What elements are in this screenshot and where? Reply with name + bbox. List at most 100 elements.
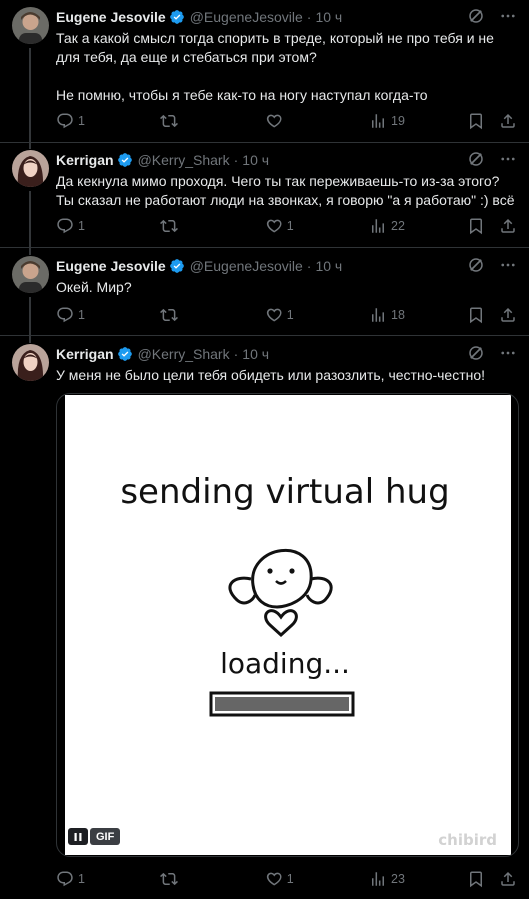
reply-button[interactable]: 1 xyxy=(56,112,160,130)
tweet-header: Kerrigan @Kerry_Shark · 10 ч xyxy=(56,344,517,364)
share-button[interactable] xyxy=(499,217,517,235)
tweet[interactable]: Kerrigan @Kerry_Shark · 10 ч Да кекнула … xyxy=(0,143,529,248)
like-icon xyxy=(266,308,282,322)
tweet-actions: 1 1 22 xyxy=(56,216,517,236)
like-icon xyxy=(266,114,282,128)
gif-media[interactable]: sending virtual hug loading... chibird G… xyxy=(56,393,519,857)
reply-button[interactable]: 1 xyxy=(56,870,160,888)
tweet[interactable]: Eugene Jesovile @EugeneJesovile · 10 ч О… xyxy=(0,248,529,336)
more-icon[interactable] xyxy=(499,150,517,171)
views-button[interactable]: 19 xyxy=(369,112,467,130)
bookmark-button[interactable] xyxy=(467,112,499,130)
grok-icon[interactable] xyxy=(467,150,485,171)
display-name[interactable]: Eugene Jesovile xyxy=(56,9,166,25)
views-button[interactable]: 22 xyxy=(369,217,467,235)
tweet-header-actions xyxy=(467,256,517,277)
thread-connector xyxy=(29,297,31,336)
share-icon xyxy=(501,218,515,233)
handle[interactable]: @Kerry_Shark xyxy=(138,346,230,362)
thread-connector xyxy=(29,48,31,143)
handle[interactable]: @EugeneJesovile xyxy=(190,258,303,274)
like-button[interactable] xyxy=(265,112,369,130)
retweet-button[interactable] xyxy=(160,870,264,888)
gif-badge: GIF xyxy=(90,828,121,845)
like-button[interactable]: 1 xyxy=(265,306,369,324)
timestamp[interactable]: 10 ч xyxy=(242,346,269,362)
display-name[interactable]: Kerrigan xyxy=(56,152,114,168)
reply-icon xyxy=(57,113,73,129)
bookmark-button[interactable] xyxy=(467,217,499,235)
pause-button[interactable] xyxy=(68,828,88,845)
retweet-icon xyxy=(160,872,179,886)
tweet-actions: 1 1 23 xyxy=(56,869,517,889)
grok-icon[interactable] xyxy=(467,7,485,28)
like-icon xyxy=(266,872,282,886)
retweet-icon xyxy=(160,308,179,322)
retweet-icon xyxy=(160,114,179,128)
handle[interactable]: @EugeneJesovile xyxy=(190,9,303,25)
timestamp[interactable]: 10 ч xyxy=(315,258,342,274)
tweet[interactable]: Eugene Jesovile @EugeneJesovile · 10 ч Т… xyxy=(0,0,529,143)
share-button[interactable] xyxy=(499,870,517,888)
tweet-text: Окей. Мир? xyxy=(56,279,132,295)
tweet-actions: 1 1 18 xyxy=(56,305,517,325)
tweet-text: Так а какой смысл тогда спорить в треде,… xyxy=(56,30,494,103)
tweet[interactable]: Kerrigan @Kerry_Shark · 10 ч У меня не б… xyxy=(0,336,529,899)
timestamp[interactable]: 10 ч xyxy=(242,152,269,168)
display-name[interactable]: Eugene Jesovile xyxy=(56,258,166,274)
avatar[interactable] xyxy=(12,7,49,44)
like-count: 1 xyxy=(286,872,294,886)
bookmark-button[interactable] xyxy=(467,870,499,888)
pause-icon xyxy=(74,832,82,841)
tweet-actions: 1 19 xyxy=(56,111,517,131)
thread-connector xyxy=(29,248,31,255)
retweet-button[interactable] xyxy=(160,217,264,235)
bookmark-button[interactable] xyxy=(467,306,499,324)
separator-dot: · xyxy=(233,346,239,362)
tweet-header-actions xyxy=(467,7,517,28)
share-icon xyxy=(501,113,515,128)
tweet-text: Да кекнула мимо проходя. Чего ты так пер… xyxy=(56,173,515,208)
views-icon xyxy=(372,872,385,886)
handle[interactable]: @Kerry_Shark xyxy=(138,152,230,168)
bookmark-icon xyxy=(470,218,483,235)
timestamp[interactable]: 10 ч xyxy=(315,9,342,25)
like-button[interactable]: 1 xyxy=(265,870,369,888)
bookmark-icon xyxy=(470,871,483,888)
reply-button[interactable]: 1 xyxy=(56,306,160,324)
tweet-text: У меня не было цели тебя обидеть или раз… xyxy=(56,367,486,383)
separator-dot: · xyxy=(306,258,312,274)
views-button[interactable]: 23 xyxy=(369,870,467,888)
share-button[interactable] xyxy=(499,306,517,324)
thread-connector xyxy=(29,143,31,149)
like-button[interactable]: 1 xyxy=(265,217,369,235)
views-icon xyxy=(372,308,385,322)
retweet-icon xyxy=(160,219,179,233)
reply-count: 1 xyxy=(78,872,85,886)
views-button[interactable]: 18 xyxy=(369,306,467,324)
reply-button[interactable]: 1 xyxy=(56,217,160,235)
thread-connector xyxy=(29,336,31,343)
retweet-button[interactable] xyxy=(160,306,264,324)
verified-badge-icon xyxy=(169,9,185,25)
reply-count: 1 xyxy=(78,114,85,128)
display-name[interactable]: Kerrigan xyxy=(56,346,114,362)
grok-icon[interactable] xyxy=(467,256,485,277)
share-icon xyxy=(501,871,515,886)
like-count: 1 xyxy=(286,219,294,233)
gif-caption-line1: sending virtual hug xyxy=(120,472,449,512)
more-icon[interactable] xyxy=(499,256,517,277)
avatar[interactable] xyxy=(12,344,49,381)
retweet-button[interactable] xyxy=(160,112,264,130)
avatar[interactable] xyxy=(12,150,49,187)
like-count: 1 xyxy=(286,308,294,322)
grok-icon[interactable] xyxy=(467,344,485,365)
more-icon[interactable] xyxy=(499,344,517,365)
tweet-header: Kerrigan @Kerry_Shark · 10 ч xyxy=(56,150,517,170)
share-button[interactable] xyxy=(499,112,517,130)
verified-badge-icon xyxy=(117,346,133,362)
progress-fill xyxy=(215,697,349,711)
more-icon[interactable] xyxy=(499,7,517,28)
avatar[interactable] xyxy=(12,256,49,293)
separator-dot: · xyxy=(233,152,239,168)
